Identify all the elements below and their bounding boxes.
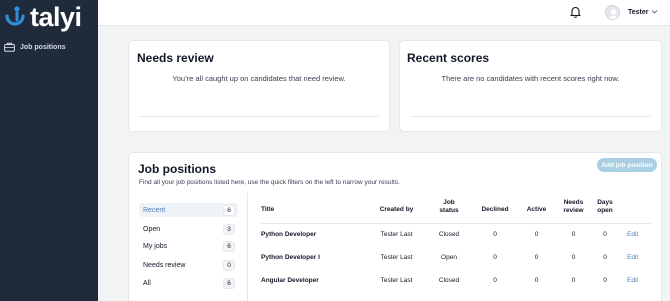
- filter-label: All: [143, 279, 151, 287]
- filter-open[interactable]: Open 3: [139, 222, 238, 236]
- filter-recent[interactable]: Recent 6: [139, 203, 238, 217]
- row-active: 0: [534, 277, 539, 284]
- filter-count: 6: [223, 240, 235, 252]
- row-days-open: 0: [603, 231, 607, 238]
- job-positions-subtitle: Find all your job positions listed here,…: [139, 179, 400, 186]
- filter-label: My jobs: [143, 242, 168, 250]
- row-declined: 0: [493, 231, 497, 238]
- job-positions-title: Job positions: [138, 162, 216, 176]
- column-header-title[interactable]: Title: [261, 206, 274, 214]
- row-title[interactable]: Python Developer I: [261, 254, 320, 261]
- job-positions-card: Job positions Find all your job position…: [128, 152, 662, 301]
- column-header-job-status[interactable]: Job status: [429, 199, 469, 215]
- divider: [247, 193, 248, 301]
- sidebar-item-job-positions[interactable]: Job positions: [4, 42, 66, 52]
- bell-icon[interactable]: [570, 6, 581, 18]
- column-header-days-open[interactable]: Days open: [589, 199, 621, 215]
- user-name[interactable]: Tester: [628, 9, 649, 16]
- divider: [139, 116, 379, 117]
- recent-scores-message: There are no candidates with recent scor…: [441, 74, 620, 83]
- logo-text: talyi: [30, 2, 82, 32]
- row-needs-review: 0: [571, 254, 576, 261]
- row-needs-review: 0: [571, 277, 576, 284]
- filter-label: Needs review: [143, 261, 186, 269]
- row-title[interactable]: Python Developer: [261, 231, 316, 238]
- row-declined: 0: [493, 277, 497, 284]
- filter-count: 6: [223, 204, 235, 216]
- divider: [261, 223, 651, 224]
- recent-scores-card: Recent scores There are no candidates wi…: [399, 40, 662, 132]
- row-created-by: Tester Last: [380, 231, 413, 238]
- column-header-active[interactable]: Active: [519, 206, 554, 214]
- row-status: Closed: [438, 277, 460, 284]
- row-active: 0: [534, 231, 539, 238]
- avatar[interactable]: [605, 5, 620, 20]
- filter-count: 6: [223, 277, 235, 289]
- filter-count: 3: [223, 223, 235, 235]
- row-needs-review: 0: [571, 231, 576, 238]
- column-header-created-by[interactable]: Created by: [369, 206, 424, 214]
- chevron-down-icon[interactable]: [651, 9, 658, 15]
- row-declined: 0: [493, 254, 497, 261]
- sidebar-item-label: Job positions: [20, 43, 66, 51]
- row-status: Open: [441, 254, 457, 261]
- logo-mark-icon: [5, 6, 25, 26]
- row-active: 0: [534, 254, 539, 261]
- row-days-open: 0: [603, 254, 607, 261]
- column-header-declined[interactable]: Declined: [475, 206, 515, 214]
- edit-link[interactable]: Edit: [627, 231, 638, 238]
- edit-link[interactable]: Edit: [627, 277, 638, 284]
- needs-review-message: You’re all caught up on candidates that …: [172, 74, 346, 83]
- filter-all[interactable]: All 6: [139, 276, 238, 290]
- top-bar: [98, 0, 670, 26]
- sidebar: talyi Job positions: [0, 0, 98, 301]
- edit-link[interactable]: Edit: [627, 254, 638, 261]
- needs-review-title: Needs review: [137, 51, 214, 65]
- add-job-position-button[interactable]: Add job position: [597, 158, 657, 172]
- row-created-by: Tester Last: [380, 254, 413, 261]
- recent-scores-title: Recent scores: [407, 51, 490, 65]
- filter-label: Open: [143, 225, 161, 233]
- filter-count: 0: [223, 259, 235, 271]
- logo[interactable]: talyi: [4, 2, 82, 32]
- column-header-needs-review[interactable]: Needs review: [556, 199, 591, 215]
- briefcase-icon: [4, 42, 15, 52]
- divider: [410, 116, 651, 117]
- row-status: Closed: [438, 231, 460, 238]
- filter-label: Recent: [143, 206, 166, 214]
- row-created-by: Tester Last: [380, 277, 413, 284]
- filter-my-jobs[interactable]: My jobs 6: [139, 239, 238, 253]
- filter-needs-review[interactable]: Needs review 0: [139, 258, 238, 272]
- needs-review-card: Needs review You’re all caught up on can…: [128, 40, 390, 132]
- row-days-open: 0: [603, 277, 607, 284]
- row-title[interactable]: Angular Developer: [261, 277, 319, 284]
